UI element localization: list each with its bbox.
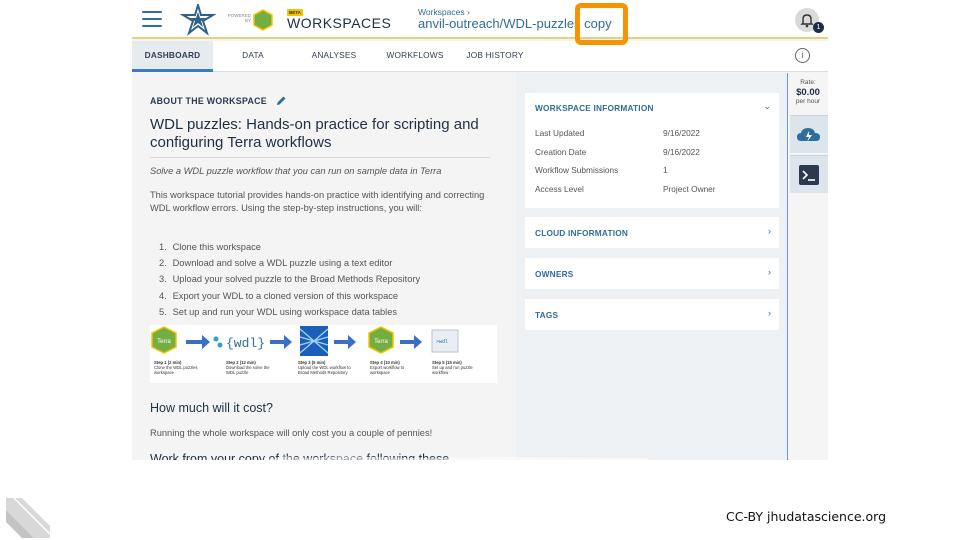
arrow-icon	[186, 335, 210, 349]
terra-logo-text: Terra	[157, 339, 171, 345]
flow-caption-5: Step 5 (15 min) Set up and run puzzle wor…	[432, 360, 473, 375]
tab-analyses[interactable]: ANALYSES	[304, 41, 364, 72]
tags-heading[interactable]: TAGS	[535, 310, 558, 320]
workspace-info-heading[interactable]: WORKSPACE INFORMATION	[535, 103, 654, 113]
workspace-title: WDL puzzles: Hands-on practice for scrip…	[150, 116, 490, 158]
access-level-value: Project Owner	[663, 184, 716, 194]
workflow-submissions-value: 1	[663, 165, 668, 175]
terra-app-window: POWERED BY BETA WORKSPACES Workspaces › …	[132, 0, 828, 460]
workspace-information-card: WORKSPACE INFORMATION ⌄ Last Updated 9/1…	[525, 93, 779, 208]
cloud-lightning-icon	[797, 128, 820, 142]
workspace-tabs: DASHBOARD DATA ANALYSES WORKFLOWS JOB HI…	[132, 41, 828, 72]
chevron-right-icon[interactable]: ›	[768, 308, 771, 318]
workspace-subtitle: Solve a WDL puzzle workflow that you can…	[150, 166, 442, 176]
terminal-icon	[799, 165, 819, 185]
right-side-rail: Rate: $0.00 per hour	[787, 73, 828, 460]
last-updated-label: Last Updated	[535, 128, 585, 138]
anvil-star-logo[interactable]	[180, 4, 216, 36]
tab-dashboard[interactable]: DASHBOARD	[132, 41, 213, 72]
arrow-icon	[400, 335, 422, 349]
list-item: 2. Download and solve a WDL puzzle using…	[159, 258, 393, 269]
list-item: 1. Clone this workspace	[159, 242, 261, 252]
flow-caption-1: Step 1 (2 min) Clone the WDL puzzles work…	[154, 360, 198, 375]
tab-job-history[interactable]: JOB HISTORY	[464, 41, 526, 72]
arrow-icon	[334, 335, 356, 349]
cost-text: Running the whole workspace will only co…	[150, 428, 433, 438]
creation-date-label: Creation Date	[535, 147, 587, 157]
cloud-information-card[interactable]: CLOUD INFORMATION ›	[525, 217, 779, 248]
rate-unit: per hour	[795, 98, 821, 105]
workspaces-brand[interactable]: WORKSPACES	[287, 15, 391, 31]
flow-caption-3: Step 3 (5 min) Upload the WDL workflow to…	[298, 360, 351, 375]
cloud-environment-button[interactable]	[790, 115, 828, 153]
chevron-right-icon[interactable]: ›	[768, 226, 771, 236]
tab-data[interactable]: DATA	[230, 41, 276, 72]
about-heading: ABOUT THE WORKSPACE	[150, 96, 267, 106]
owners-card[interactable]: OWNERS ›	[525, 258, 779, 289]
dashboard-content: ABOUT THE WORKSPACE WDL puzzles: Hands-o…	[132, 73, 516, 460]
workflow-steps-diagram: Terra {wdl} Terra >wdl Step 1 (2 min) Clo…	[150, 325, 497, 383]
workflow-submissions-label: Workflow Submissions	[535, 165, 619, 175]
license-attribution: CC-BY jhudatascience.org	[726, 509, 887, 524]
hamburger-menu-icon[interactable]	[142, 11, 162, 27]
tab-workflows[interactable]: WORKFLOWS	[382, 41, 448, 72]
top-bar: POWERED BY BETA WORKSPACES Workspaces › …	[132, 0, 828, 39]
info-icon[interactable]: i	[795, 48, 810, 63]
wdl-dot-icon	[217, 342, 223, 348]
bottom-cut-edge	[264, 456, 648, 460]
steps-list: 1. Clone this workspace 2. Download and …	[159, 239, 420, 320]
edit-pencil-icon[interactable]	[276, 95, 287, 106]
last-updated-value: 9/16/2022	[663, 128, 700, 138]
tags-card[interactable]: TAGS ›	[525, 299, 779, 330]
powered-by-label: POWERED BY	[227, 13, 251, 23]
wdl-file-text: >wdl	[436, 339, 448, 345]
terra-logo-icon	[253, 9, 273, 31]
chevron-down-icon[interactable]: ⌄	[763, 101, 771, 112]
chevron-right-icon[interactable]: ›	[768, 267, 771, 277]
wdl-dot-icon	[213, 336, 219, 342]
access-level-label: Access Level	[535, 184, 584, 194]
list-item: 5. Set up and run your WDL using workspa…	[159, 306, 398, 317]
creation-date-value: 9/16/2022	[663, 147, 700, 157]
rate-label: Rate:	[800, 79, 816, 86]
cost-heading: How much will it cost?	[150, 401, 273, 415]
terminal-button[interactable]	[790, 155, 828, 193]
rate-value: $0.00	[796, 87, 820, 98]
terra-logo-text: Terra	[374, 339, 388, 345]
flow-caption-2: Step 2 (12 min) Download the solve the WD…	[226, 360, 270, 375]
wdl-logo-text: {wdl}	[226, 336, 265, 351]
jhu-dasl-logo	[6, 497, 51, 538]
arrow-icon	[270, 335, 292, 349]
notification-count-badge: 1	[813, 22, 824, 33]
flow-caption-4: Step 4 (10 min) Export workflow to worksp…	[370, 360, 405, 375]
highlight-box-annotation	[575, 3, 628, 45]
owners-heading[interactable]: OWNERS	[535, 269, 574, 279]
cloud-information-heading[interactable]: CLOUD INFORMATION	[535, 228, 628, 238]
right-info-panel: WORKSPACE INFORMATION ⌄ Last Updated 9/1…	[516, 73, 787, 460]
list-item: 4. Export your WDL to a cloned version o…	[159, 290, 399, 301]
workspace-description: This workspace tutorial provides hands-o…	[150, 190, 485, 213]
list-item: 3. Upload your solved puzzle to the Broa…	[159, 274, 421, 285]
